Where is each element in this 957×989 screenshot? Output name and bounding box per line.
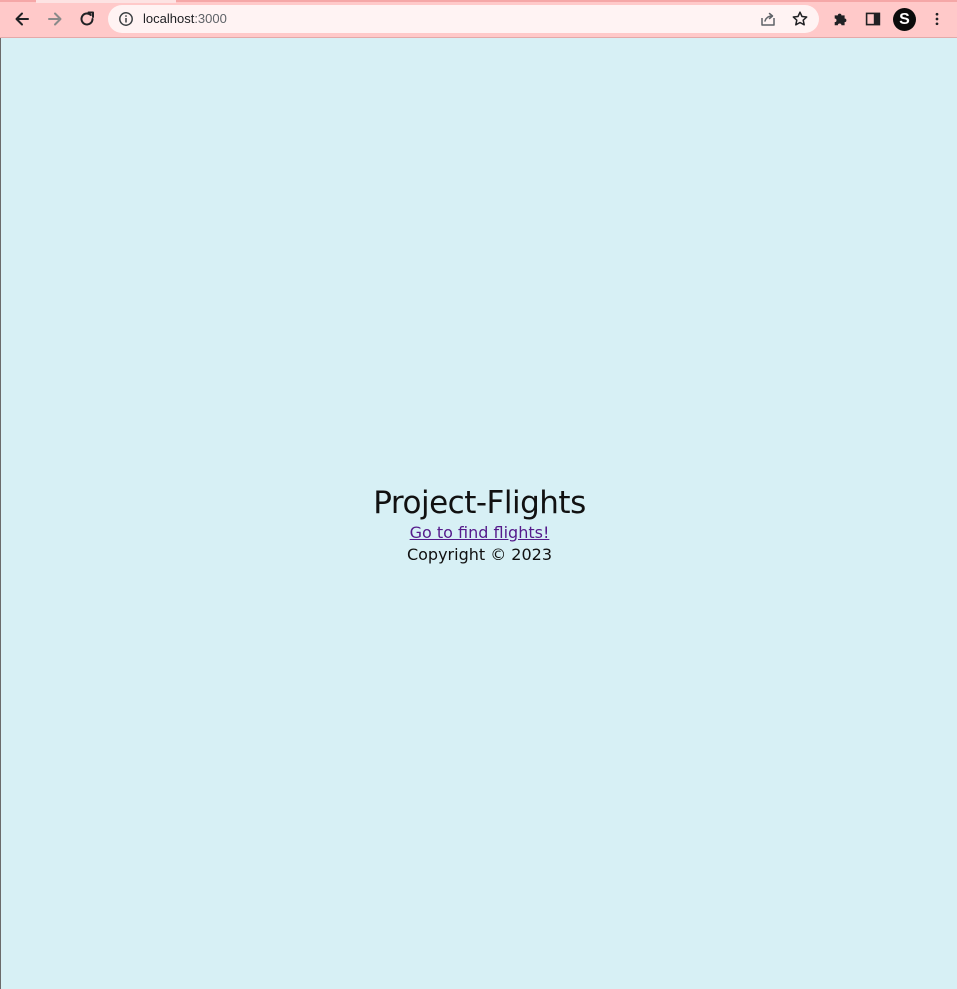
star-icon[interactable]: [791, 10, 809, 28]
hero-block: Project-Flights Go to find flights! Copy…: [1, 484, 957, 566]
kebab-menu-icon: [935, 12, 939, 26]
forward-arrow-icon: [48, 12, 62, 26]
reload-button[interactable]: [73, 5, 101, 33]
copyright-text: Copyright © 2023: [406, 545, 553, 564]
browser-menu-button[interactable]: [927, 9, 947, 29]
address-bar[interactable]: localhost:3000: [108, 5, 819, 33]
reload-icon: [80, 11, 94, 26]
url-host: localhost: [143, 11, 195, 26]
share-icon[interactable]: [759, 10, 777, 28]
extensions-button[interactable]: [831, 9, 851, 29]
extensions-puzzle-icon: [834, 13, 847, 26]
back-arrow-icon: [15, 12, 29, 26]
url-port: :3000: [194, 11, 227, 26]
forward-button[interactable]: [41, 5, 69, 33]
find-flights-link[interactable]: Go to find flights!: [410, 522, 550, 544]
back-button[interactable]: [8, 5, 36, 33]
url-text[interactable]: localhost:3000: [143, 11, 227, 27]
side-panel-button[interactable]: [863, 9, 883, 29]
side-panel-icon: [865, 12, 881, 26]
page-title: Project-Flights: [373, 485, 586, 521]
active-tab-edge[interactable]: [36, 0, 176, 3]
info-icon[interactable]: [118, 11, 134, 27]
browser-toolbar: localhost:3000 S: [0, 0, 957, 38]
page-content: Project-Flights Go to find flights! Copy…: [0, 38, 957, 989]
profile-avatar[interactable]: S: [893, 8, 916, 31]
